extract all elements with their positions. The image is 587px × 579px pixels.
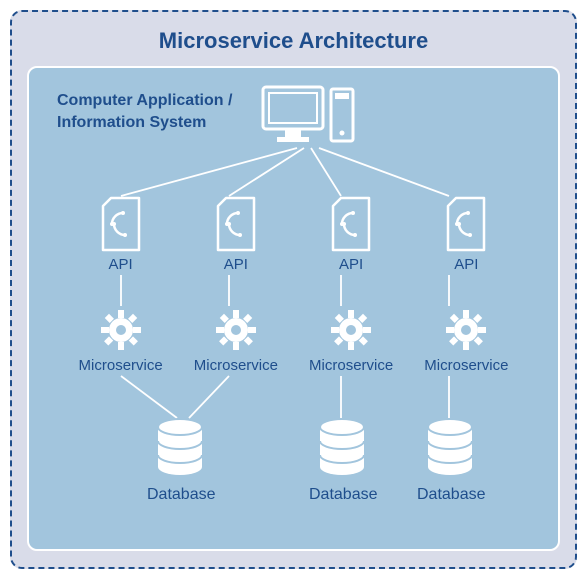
api-icon-row: [29, 196, 558, 252]
api-label: API: [224, 256, 248, 273]
api-icon: [296, 196, 406, 252]
api-icon: [181, 196, 291, 252]
database-icon: [153, 418, 207, 485]
api-label: API: [109, 256, 133, 273]
gear-icon-row: [29, 308, 558, 352]
computer-icon: [259, 83, 359, 148]
database-label: Database: [309, 486, 378, 504]
api-icon: [66, 196, 176, 252]
microservice-label-row: Microservice Microservice Microservice M…: [29, 357, 558, 374]
microservice-label: Microservice: [194, 357, 278, 374]
database-label: Database: [417, 486, 486, 504]
database-icon: [315, 418, 369, 485]
gear-icon: [66, 308, 176, 352]
database-icon: [423, 418, 477, 485]
gear-icon: [181, 308, 291, 352]
diagram-title: Microservice Architecture: [27, 28, 560, 54]
application-label: Computer Application / Information Syste…: [57, 90, 247, 133]
gear-icon: [411, 308, 521, 352]
api-label-row: API API API API: [29, 256, 558, 273]
outer-panel: Microservice Architecture Computer Appli…: [10, 10, 577, 569]
api-label: API: [454, 256, 478, 273]
microservice-label: Microservice: [424, 357, 508, 374]
microservice-label: Microservice: [79, 357, 163, 374]
api-label: API: [339, 256, 363, 273]
database-label: Database: [147, 486, 216, 504]
microservice-label: Microservice: [309, 357, 393, 374]
api-icon: [411, 196, 521, 252]
gear-icon: [296, 308, 406, 352]
inner-panel: Computer Application / Information Syste…: [27, 66, 560, 551]
